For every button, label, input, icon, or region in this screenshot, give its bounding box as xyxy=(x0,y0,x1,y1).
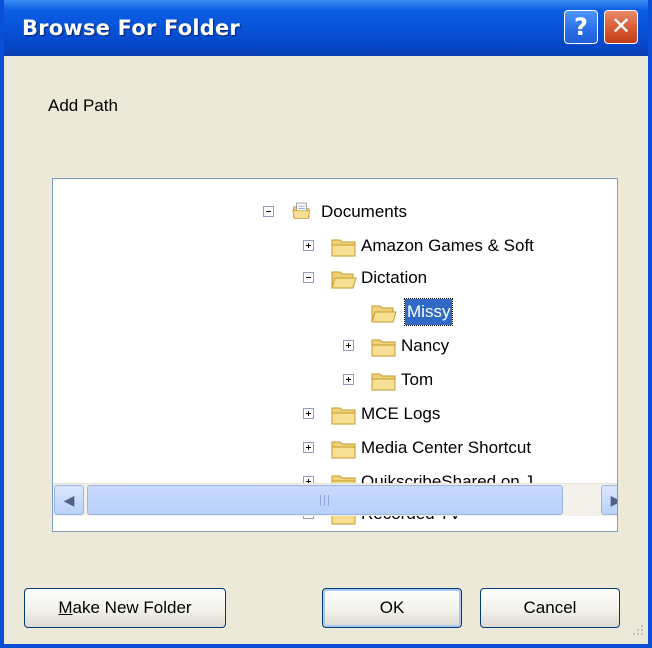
tree-item-mce-logs[interactable]: MCE Logs xyxy=(53,401,617,431)
tree-item-label: MCE Logs xyxy=(361,404,441,423)
button-label: ake New Folder xyxy=(72,598,192,617)
button-label: OK xyxy=(379,598,405,617)
tree-item-label: Nancy xyxy=(401,336,450,355)
title-bar[interactable]: Browse For Folder ? ✕ xyxy=(4,0,648,56)
documents-folder-icon xyxy=(292,202,311,219)
ok-button[interactable]: OK xyxy=(322,588,462,628)
expand-icon[interactable] xyxy=(303,442,314,453)
access-key: M xyxy=(58,598,73,617)
scroll-right-button[interactable]: ▶ xyxy=(601,485,617,515)
tree-item-nancy[interactable]: Nancy xyxy=(53,333,617,363)
tree-item-label: Media Center Shortcut xyxy=(361,438,532,457)
scroll-left-button[interactable]: ◀ xyxy=(54,485,84,515)
tree-item-label: Missy xyxy=(403,298,454,326)
help-icon: ? xyxy=(574,13,588,41)
folder-open-icon xyxy=(371,305,397,323)
tree-item-label: Tom xyxy=(401,370,434,389)
button-label: Cancel xyxy=(523,598,577,617)
browse-for-folder-dialog: Browse For Folder ? ✕ Add Path Documents xyxy=(0,0,652,648)
tree-item-media-center-shortcut[interactable]: Media Center Shortcut xyxy=(53,435,617,465)
expand-icon[interactable] xyxy=(343,340,354,351)
tree-item-label: Amazon Games & Soft xyxy=(361,236,534,255)
folder-icon xyxy=(371,339,396,357)
folder-icon xyxy=(331,407,356,425)
tree-item-label: Dictation xyxy=(361,268,428,287)
folder-icon xyxy=(331,239,356,257)
tree-item-tom[interactable]: Tom xyxy=(53,367,617,397)
tree-item-dictation[interactable]: Dictation xyxy=(53,265,617,295)
folder-icon xyxy=(371,373,396,391)
close-button[interactable]: ✕ xyxy=(604,10,638,44)
expand-icon[interactable] xyxy=(303,240,314,251)
resize-grip-icon[interactable] xyxy=(624,620,646,642)
grip-icon xyxy=(328,495,329,506)
tree-item-missy[interactable]: Missy xyxy=(53,298,617,329)
arrow-right-icon: ▶ xyxy=(602,486,617,514)
tree-item-documents[interactable]: Documents xyxy=(53,199,617,229)
make-new-folder-button[interactable]: Make New Folder xyxy=(24,588,226,628)
tree-item-amazon-games[interactable]: Amazon Games & Soft xyxy=(53,233,617,263)
help-button[interactable]: ? xyxy=(564,10,598,44)
instruction-text: Add Path xyxy=(48,96,118,115)
folder-icon xyxy=(331,441,356,459)
expand-icon[interactable] xyxy=(303,408,314,419)
expand-icon[interactable] xyxy=(343,374,354,385)
folder-tree[interactable]: Documents Amazon Games & Soft Dictation xyxy=(52,178,618,532)
collapse-icon[interactable] xyxy=(263,206,274,217)
close-icon: ✕ xyxy=(610,12,632,40)
grip-icon xyxy=(320,495,321,506)
tree-item-label: Documents xyxy=(321,202,407,221)
horizontal-scroll-thumb[interactable] xyxy=(87,485,563,515)
cancel-button[interactable]: Cancel xyxy=(480,588,620,628)
collapse-icon[interactable] xyxy=(303,272,314,283)
folder-open-icon xyxy=(331,271,357,289)
grip-icon xyxy=(324,495,325,506)
horizontal-scrollbar[interactable]: ◀ ▶ xyxy=(53,483,617,516)
arrow-left-icon: ◀ xyxy=(63,492,75,508)
window-title: Browse For Folder xyxy=(22,16,240,40)
